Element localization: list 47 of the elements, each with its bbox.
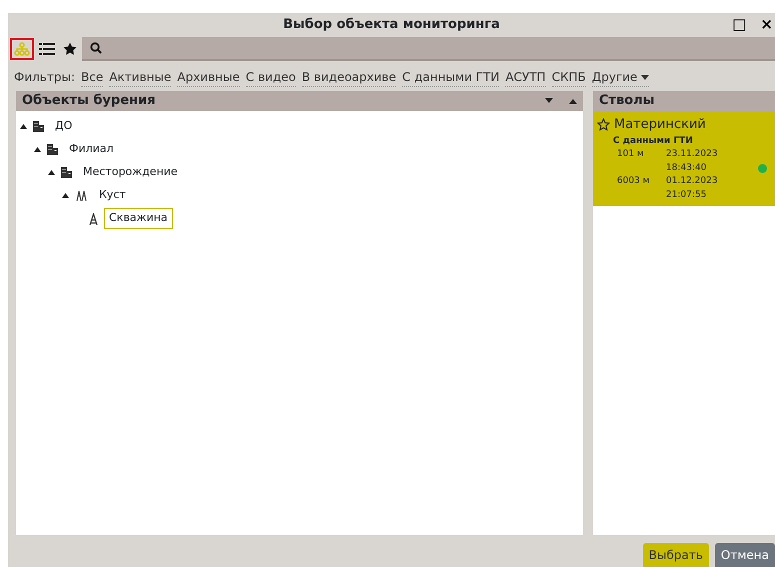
- building-icon: [33, 121, 44, 132]
- star-icon[interactable]: [597, 118, 610, 132]
- close-button[interactable]: ×: [758, 13, 775, 35]
- building-icon: [61, 167, 72, 178]
- depth-value: 6003 м: [617, 175, 650, 188]
- building-icon: [47, 144, 58, 155]
- timestamp: 23.11.2023 18:43:40: [666, 148, 719, 174]
- rig-cluster-icon: [75, 190, 88, 201]
- filter-link[interactable]: СКПБ: [552, 68, 586, 87]
- bore-name: Материнский: [614, 116, 706, 134]
- panel-title: Объекты бурения: [22, 92, 156, 110]
- panel-title: Стволы: [599, 92, 655, 110]
- filter-dropdown[interactable]: Другие: [592, 68, 650, 87]
- maximize-button[interactable]: □: [730, 13, 748, 35]
- filter-link[interactable]: С видео: [246, 68, 296, 87]
- hierarchy-icon: [13, 42, 31, 56]
- filter-link[interactable]: Архивные: [177, 68, 240, 87]
- search-icon: [90, 42, 102, 54]
- filter-link[interactable]: В видеоархиве: [302, 68, 396, 87]
- expand-all-icon[interactable]: [569, 98, 577, 104]
- collapse-toggle-icon[interactable]: [34, 147, 41, 152]
- tree-item[interactable]: ДО: [50, 116, 78, 137]
- filters-label: Фильтры:: [14, 69, 75, 86]
- depth-value: 101 м: [617, 148, 645, 161]
- search-field[interactable]: [82, 37, 775, 61]
- tree-item[interactable]: Филиал: [64, 139, 119, 160]
- collapse-toggle-icon[interactable]: [20, 124, 27, 129]
- tree-item[interactable]: Месторождение: [78, 162, 183, 183]
- filter-link[interactable]: Все: [81, 68, 104, 87]
- tree-item[interactable]: Скважина: [104, 208, 173, 229]
- star-icon: [63, 42, 77, 56]
- filter-link[interactable]: С данными ГТИ: [402, 68, 500, 87]
- collapse-toggle-icon[interactable]: [62, 193, 69, 198]
- bore-tag: С данными ГТИ: [613, 134, 758, 148]
- timestamp: 01.12.2023 21:07:55: [666, 175, 719, 202]
- tree-item[interactable]: Куст: [94, 185, 131, 206]
- bore-item[interactable]: Материнский С данными ГТИ 101 м 23.11.2023 18:43:40 6003 м 01.12.2023 21:07:55: [593, 111, 775, 206]
- list-icon: [39, 43, 55, 55]
- collapse-toggle-icon[interactable]: [48, 170, 55, 175]
- derrick-icon: [89, 212, 98, 224]
- filter-link[interactable]: АСУТП: [505, 68, 546, 87]
- filter-link[interactable]: Активные: [109, 68, 172, 87]
- caret-icon: [641, 74, 650, 81]
- collapse-all-icon[interactable]: [545, 98, 553, 104]
- window-title: Выбор объекта мониторинга: [283, 16, 500, 34]
- select-button[interactable]: Выбрать: [642, 543, 709, 567]
- cancel-button[interactable]: Отмена: [714, 543, 775, 567]
